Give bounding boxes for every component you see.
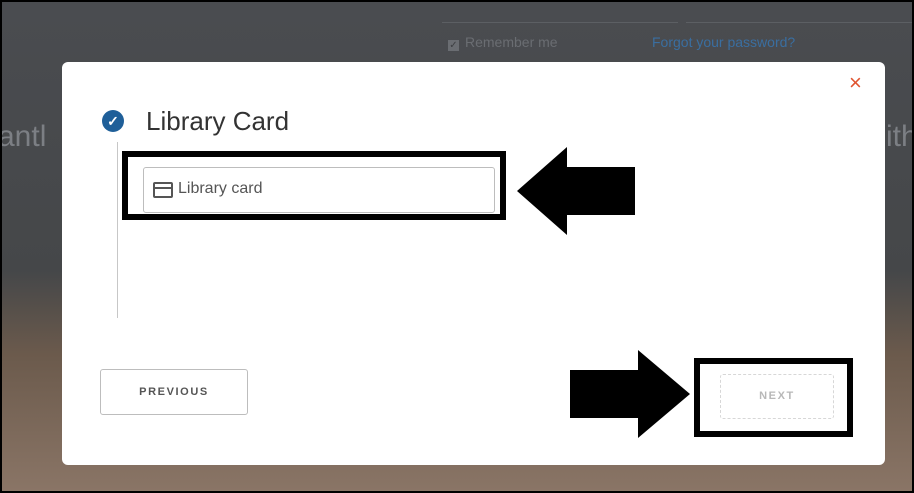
remember-me-label: Remember me bbox=[465, 34, 558, 50]
next-button[interactable]: NEXT bbox=[720, 374, 834, 419]
previous-button[interactable]: PREVIOUS bbox=[100, 369, 248, 415]
library-card-modal: × ✓ Library Card Library card PREVIOUS N… bbox=[62, 62, 885, 465]
screenshot-frame: ✓ Remember me Forgot your password? antl … bbox=[0, 0, 914, 493]
background-login-fields bbox=[442, 2, 912, 24]
forgot-password-link: Forgot your password? bbox=[652, 34, 796, 50]
background-text-right: ith bbox=[886, 120, 912, 153]
credit-card-icon bbox=[153, 182, 173, 198]
background-password-field bbox=[686, 6, 912, 23]
background-username-field bbox=[442, 6, 678, 23]
step-connector-line bbox=[117, 142, 118, 318]
check-circle-icon: ✓ bbox=[102, 110, 124, 132]
library-card-placeholder: Library card bbox=[178, 180, 263, 197]
checkbox-checked-icon: ✓ bbox=[448, 40, 459, 51]
remember-me: ✓ Remember me bbox=[448, 34, 558, 51]
annotation-arrow-right-icon bbox=[570, 350, 690, 438]
library-card-input[interactable]: Library card bbox=[143, 167, 495, 213]
close-icon[interactable]: × bbox=[849, 72, 862, 94]
step-title: Library Card bbox=[146, 106, 290, 136]
annotation-arrow-left-icon bbox=[517, 147, 635, 235]
background-text-left: antl bbox=[0, 120, 47, 153]
